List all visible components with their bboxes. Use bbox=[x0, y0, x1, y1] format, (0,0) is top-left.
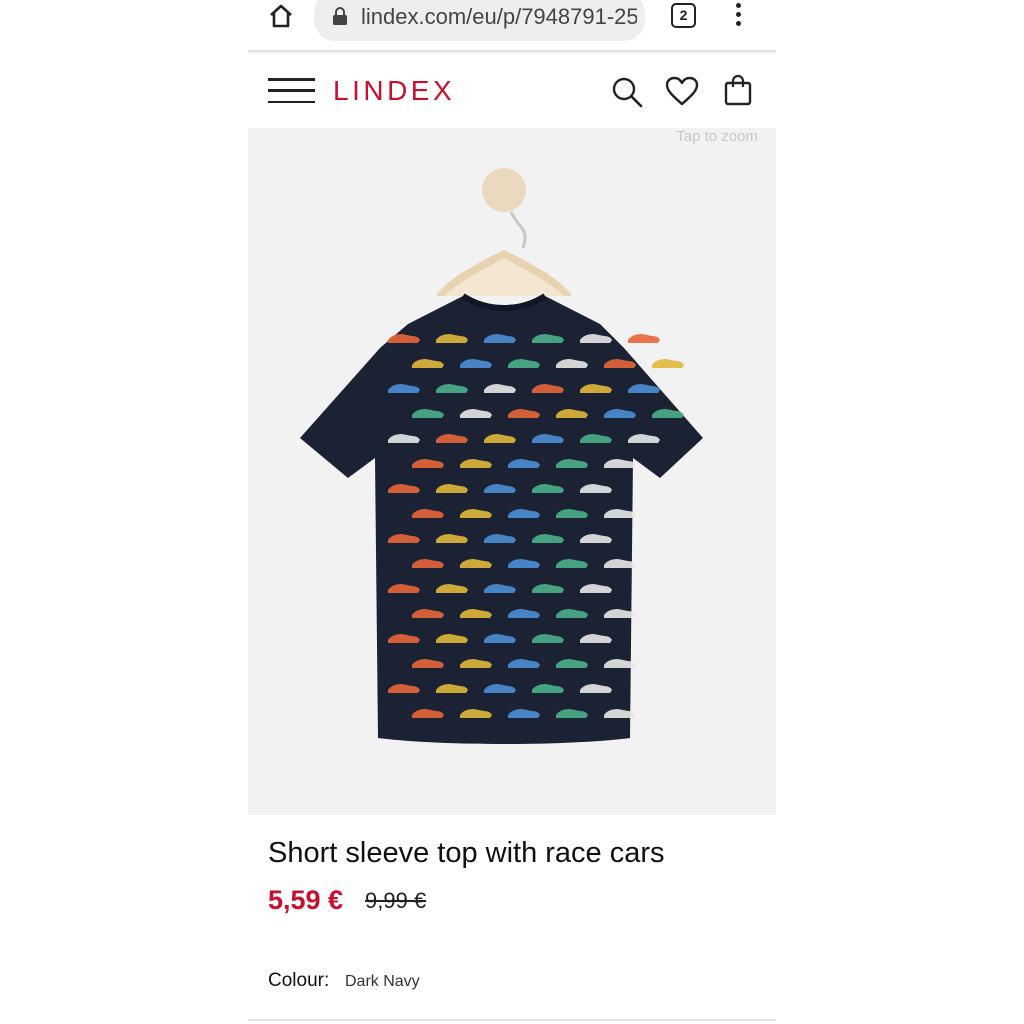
home-icon[interactable] bbox=[267, 2, 295, 30]
more-vertical-icon[interactable] bbox=[729, 3, 747, 29]
heart-icon[interactable] bbox=[665, 76, 699, 106]
divider bbox=[248, 1019, 776, 1021]
lock-icon bbox=[332, 6, 348, 26]
colour-label: Colour: bbox=[268, 970, 330, 991]
product-image-gallery[interactable]: Tap to zoom bbox=[248, 128, 776, 815]
colour-value[interactable]: Dark Navy bbox=[345, 970, 420, 994]
car-print-motif bbox=[628, 334, 660, 343]
car-print-motif bbox=[652, 359, 684, 368]
sale-price: 5,59 € bbox=[268, 885, 344, 915]
site-logo[interactable]: LINDEX bbox=[333, 74, 455, 108]
hamburger-menu-icon[interactable] bbox=[268, 78, 315, 104]
tabs-button[interactable]: 2 bbox=[671, 3, 696, 28]
shopping-bag-icon[interactable] bbox=[723, 74, 753, 106]
product-image[interactable] bbox=[248, 128, 776, 815]
product-title: Short sleeve top with race cars bbox=[268, 837, 665, 869]
search-icon[interactable] bbox=[611, 76, 643, 108]
url-text[interactable]: lindex.com/eu/p/7948791-25 bbox=[361, 3, 637, 31]
original-price: 9,99 € bbox=[365, 888, 427, 913]
